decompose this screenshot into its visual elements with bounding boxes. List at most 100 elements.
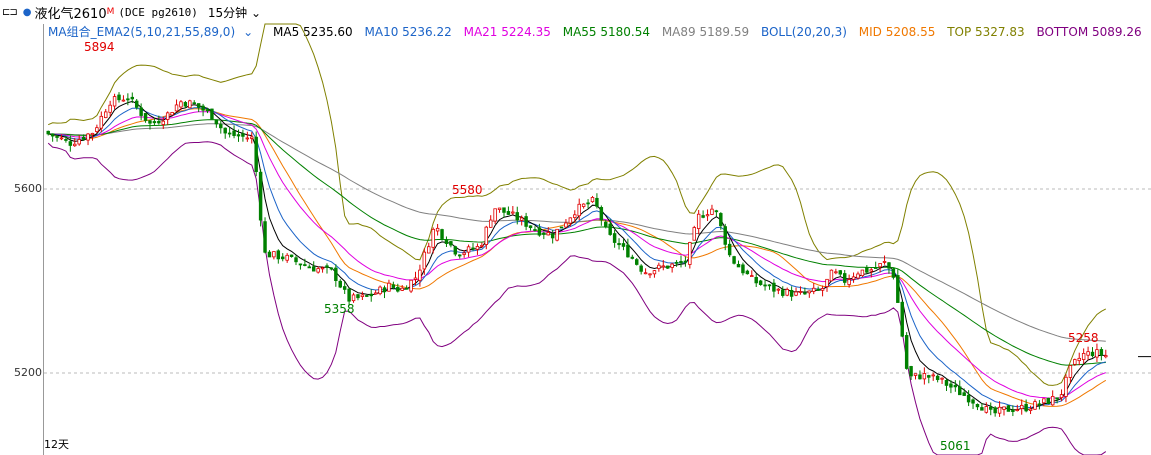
series-line-top (48, 23, 1107, 386)
candle-body (860, 269, 865, 277)
candle-body (245, 137, 250, 140)
candle-body (887, 262, 891, 269)
candle-body (661, 265, 666, 268)
candle-body (789, 289, 794, 297)
candle-body (143, 113, 148, 121)
candle-body (537, 227, 542, 236)
candle-body (829, 269, 834, 282)
candle-body (422, 251, 427, 270)
candle-body (356, 294, 360, 299)
candle-body (842, 273, 847, 283)
candle-body (152, 121, 157, 124)
candle-body (77, 139, 81, 145)
candle-body (347, 288, 351, 302)
candle-body (838, 270, 843, 275)
series-line-mid (48, 108, 1107, 407)
candle-body (165, 112, 170, 120)
candle-body (316, 268, 320, 273)
candle-body (710, 208, 714, 215)
candle-body (524, 216, 528, 227)
candle-body (935, 375, 940, 381)
candle-body (440, 229, 444, 239)
candle-body (365, 295, 369, 297)
candle-body (674, 261, 679, 264)
candle-body (227, 132, 232, 135)
candle-body (1037, 403, 1042, 406)
candle-body (108, 104, 112, 113)
candle-body (1077, 357, 1081, 362)
candle-body (130, 96, 135, 100)
candle-body (612, 233, 617, 243)
candle-body (1090, 351, 1095, 357)
candle-body (396, 287, 400, 292)
candle-body (679, 260, 683, 264)
candle-body (785, 289, 789, 296)
candle-body (73, 143, 77, 147)
candle-body (758, 280, 763, 285)
candle-body (949, 383, 953, 388)
candle-body (904, 335, 909, 369)
candle-body (480, 244, 484, 247)
candle-body (909, 366, 913, 377)
series-line-ma10 (48, 107, 1106, 409)
candle-body (1068, 365, 1073, 378)
candle-body (657, 264, 661, 269)
candle-body (382, 287, 387, 293)
series-line-ma89 (48, 123, 1106, 342)
candle-body (555, 228, 559, 241)
candle-body (1050, 396, 1055, 406)
candle-body (1104, 355, 1108, 358)
candle-body (958, 386, 962, 396)
candle-body (519, 217, 524, 221)
candle-body (281, 256, 285, 260)
candle-body (595, 197, 599, 207)
candle-body (812, 287, 816, 292)
price-chart[interactable] (0, 0, 1151, 455)
candle-body (820, 288, 825, 291)
candle-body (621, 243, 626, 247)
candle-body (373, 292, 378, 295)
candle-body (944, 380, 949, 386)
candle-body (1019, 404, 1024, 409)
candle-body (727, 243, 732, 256)
candle-body (360, 294, 365, 298)
candle-body (68, 141, 73, 146)
candle-body (205, 109, 210, 112)
candle-body (427, 246, 431, 254)
candle-body (745, 270, 750, 275)
candle-body (325, 265, 329, 268)
candle-body (497, 207, 502, 210)
candle-body (378, 286, 382, 295)
candle-body (542, 232, 546, 235)
candle-body (989, 406, 993, 410)
candle-body (781, 289, 785, 296)
candle-body (511, 211, 515, 214)
candle-body (993, 407, 997, 414)
candle-body (550, 234, 555, 239)
candle-body (488, 219, 493, 228)
candle-body (701, 215, 705, 218)
candle-body (99, 115, 104, 129)
candle-body (400, 287, 404, 291)
candle-body (117, 94, 121, 101)
candle-body (834, 271, 838, 274)
candle-body (86, 133, 90, 141)
candle-body (798, 291, 803, 293)
candle-body (95, 127, 99, 132)
candle-body (174, 104, 179, 112)
candle-body (847, 279, 851, 285)
candle-body (648, 273, 652, 276)
candle-body (630, 256, 635, 259)
candle-body (90, 132, 95, 136)
candle-body (404, 287, 409, 290)
candle-body (966, 394, 971, 403)
candle-body (241, 133, 245, 137)
candle-body (1028, 408, 1033, 411)
candle-body (763, 284, 767, 287)
candle-body (984, 406, 989, 413)
annotation-low-5061: 5061 (940, 439, 971, 453)
candle-body (435, 227, 440, 232)
candle-body (918, 374, 922, 380)
candle-body (121, 99, 126, 102)
candle-body (170, 112, 174, 116)
